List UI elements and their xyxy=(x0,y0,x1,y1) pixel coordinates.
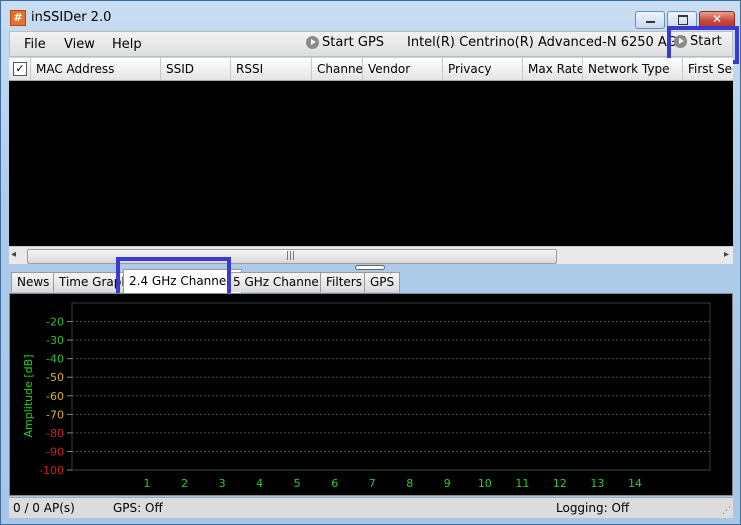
x-tick-label: 8 xyxy=(406,477,413,490)
tab-news[interactable]: News xyxy=(11,272,56,292)
x-tick-label: 5 xyxy=(294,477,301,490)
app-logo-icon: # xyxy=(10,10,26,26)
y-tick-label: -40 xyxy=(46,353,64,366)
x-tick-label: 10 xyxy=(478,477,492,490)
x-tick-label: 1 xyxy=(144,477,151,490)
channel-graph-panel: -20 -30 -40 -50 -60 -70 -80 -90 -100 1 2 3 4 5 6 7 8 9 10… xyxy=(9,293,733,496)
column-select[interactable]: ✓ xyxy=(9,58,31,80)
play-icon xyxy=(306,36,319,49)
table-header: ✓ MAC Address SSID RSSI Channel Vendor P… xyxy=(9,58,733,81)
y-tick-label: -30 xyxy=(46,334,64,347)
status-bar: 0 / 0 AP(s) GPS: Off Logging: Off ⋰ xyxy=(9,497,733,518)
start-button-content: Start xyxy=(674,34,722,49)
menu-help[interactable]: Help xyxy=(112,37,142,52)
y-tick-label: -100 xyxy=(39,464,64,477)
y-tick-labels: -20 -30 -40 -50 -60 -70 -80 -90 -100 xyxy=(39,316,64,477)
column-header-ssid[interactable]: SSID xyxy=(161,58,231,80)
adapter-select[interactable]: Intel(R) Centrino(R) Advanced-N 6250 AGN xyxy=(407,35,686,50)
x-tick-label: 4 xyxy=(256,477,263,490)
play-icon xyxy=(674,35,687,48)
close-button[interactable]: ✕ xyxy=(699,11,735,29)
x-tick-label: 2 xyxy=(181,477,188,490)
y-tick-label: -20 xyxy=(46,316,64,329)
x-tick-label: 9 xyxy=(444,477,451,490)
scroll-left-icon[interactable]: ◂ xyxy=(11,249,16,260)
x-tick-label: 11 xyxy=(515,477,529,490)
x-tick-label: 13 xyxy=(590,477,604,490)
start-gps-button[interactable]: Start GPS xyxy=(306,35,384,55)
minimize-button[interactable] xyxy=(635,11,665,29)
x-tick-label: 6 xyxy=(331,477,338,490)
close-icon: ✕ xyxy=(711,12,723,26)
y-tick-label: -80 xyxy=(46,427,64,440)
maximize-button[interactable] xyxy=(667,11,697,29)
scroll-right-icon[interactable]: ▸ xyxy=(724,249,729,260)
column-header-privacy[interactable]: Privacy xyxy=(443,58,523,80)
tab-gps[interactable]: GPS xyxy=(364,272,401,292)
tab-24ghz-channels[interactable]: 2.4 GHz Channels xyxy=(123,269,242,293)
window-title: inSSIDer 2.0 xyxy=(31,10,112,25)
y-tick-label: -50 xyxy=(46,371,64,384)
y-tick-label: -90 xyxy=(46,445,64,458)
tab-strip: News Time Graph 2.4 GHz Channels 5 GHz C… xyxy=(9,269,733,293)
column-header-mac[interactable]: MAC Address xyxy=(31,58,161,80)
scroll-thumb[interactable]: ||| xyxy=(27,249,557,264)
x-tick-label: 14 xyxy=(628,477,642,490)
y-tick-label: -60 xyxy=(46,390,64,403)
tab-filters[interactable]: Filters xyxy=(320,272,368,292)
channel-graph: -20-30-40-50-60-70-80-90-100 1 2 3 4 5 6 7 8 9 10… xyxy=(22,302,711,490)
minimize-icon xyxy=(646,21,655,23)
thumb-grip-icon: ||| xyxy=(286,251,296,261)
tab-5ghz-channels[interactable]: 5 GHz Channels xyxy=(227,272,335,292)
column-header-vendor[interactable]: Vendor xyxy=(363,58,443,80)
plot-border xyxy=(71,302,711,471)
status-ap-count: 0 / 0 AP(s) xyxy=(13,501,75,515)
resize-grip-icon[interactable]: ⋰ xyxy=(722,506,731,516)
column-header-rssi[interactable]: RSSI xyxy=(231,58,312,80)
x-tick-label: 3 xyxy=(219,477,226,490)
column-header-first-seen[interactable]: First Seen xyxy=(683,58,733,80)
x-tick-label: 7 xyxy=(369,477,376,490)
status-gps: GPS: Off xyxy=(113,501,163,515)
menu-file[interactable]: File xyxy=(24,37,46,52)
column-header-network-type[interactable]: Network Type xyxy=(583,58,683,80)
column-header-channel[interactable]: Channel xyxy=(312,58,363,80)
app-window: # inSSIDer 2.0 ✕ File View Help Start GP… xyxy=(0,0,741,525)
y-tick-label: -70 xyxy=(46,408,64,421)
status-logging: Logging: Off xyxy=(556,501,630,515)
menu-view[interactable]: View xyxy=(64,37,95,52)
menu-bar: File View Help Start GPS Intel(R) Centri… xyxy=(9,31,733,57)
column-header-max-rate[interactable]: Max Rate xyxy=(523,58,583,80)
x-tick-labels: 1 2 3 4 5 6 7 8 9 10 11 12 13 14 xyxy=(144,477,642,490)
y-axis-label: Amplitude [dB] xyxy=(22,355,35,438)
select-all-checkbox[interactable]: ✓ xyxy=(13,62,27,76)
start-label: Start xyxy=(690,34,722,49)
horizontal-scrollbar[interactable]: ◂ ||| ▸ xyxy=(9,246,733,264)
x-tick-label: 12 xyxy=(553,477,567,490)
maximize-icon xyxy=(678,15,688,25)
panel-splitter[interactable] xyxy=(355,265,385,270)
graph-grid xyxy=(67,302,711,471)
title-bar[interactable]: # inSSIDer 2.0 ✕ xyxy=(1,1,740,31)
ap-table[interactable]: ✓ MAC Address SSID RSSI Channel Vendor P… xyxy=(9,58,733,264)
start-gps-label: Start GPS xyxy=(322,35,385,50)
